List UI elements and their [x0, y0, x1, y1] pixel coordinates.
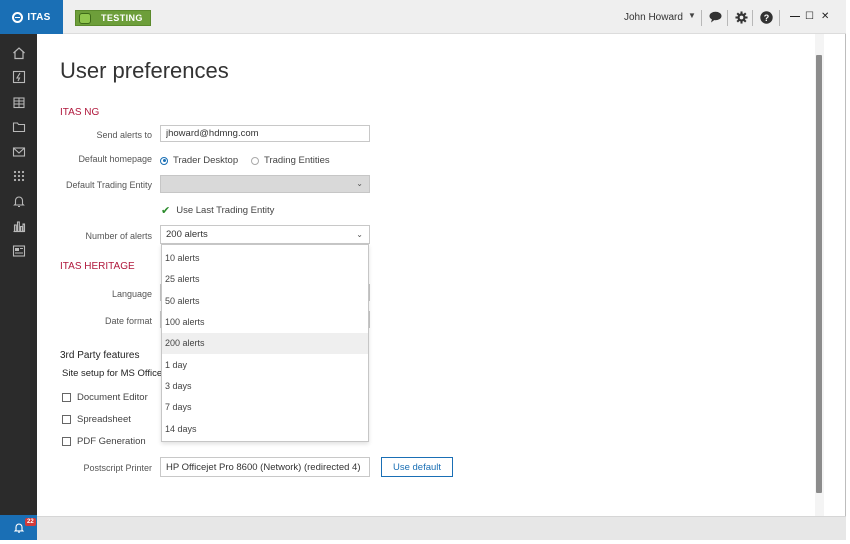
- send-alerts-input[interactable]: [160, 125, 370, 142]
- checkbox-document-editor[interactable]: Document Editor: [62, 392, 148, 403]
- checkbox-icon: [62, 393, 71, 402]
- main-content: [37, 34, 815, 516]
- dropdown-option[interactable]: 1 day: [162, 355, 368, 376]
- toolbar-divider: [779, 10, 780, 26]
- lightning-icon[interactable]: [11, 70, 26, 84]
- close-button[interactable]: ✕: [821, 11, 829, 22]
- gear-icon[interactable]: [733, 9, 749, 25]
- notifications-button[interactable]: 22: [0, 515, 37, 540]
- sidebar: 22: [0, 34, 37, 540]
- mail-icon[interactable]: [11, 145, 26, 159]
- chevron-down-icon: ⌄: [356, 230, 363, 239]
- checkbox-spreadsheet[interactable]: Spreadsheet: [62, 414, 131, 425]
- default-trading-entity-label: Default Trading Entity: [65, 180, 152, 190]
- number-of-alerts-value: 200 alerts: [166, 229, 208, 240]
- use-last-trading-entity-label: Use Last Trading Entity: [176, 205, 275, 216]
- svg-text:?: ?: [763, 13, 769, 23]
- radio-unselected-icon: [251, 156, 259, 165]
- newspaper-icon[interactable]: [11, 244, 26, 258]
- environment-badge: TESTING: [75, 10, 151, 26]
- dropdown-option-highlighted[interactable]: 200 alerts: [162, 333, 368, 354]
- number-of-alerts-label: Number of alerts: [85, 231, 152, 241]
- dropdown-option[interactable]: 100 alerts: [162, 312, 368, 333]
- dropdown-option[interactable]: 25 alerts: [162, 269, 368, 290]
- user-menu[interactable]: John Howard: [624, 12, 683, 23]
- help-icon[interactable]: ?: [758, 9, 774, 25]
- building-icon[interactable]: [11, 95, 26, 109]
- bell-icon[interactable]: [11, 194, 26, 208]
- language-label: Language: [111, 289, 152, 299]
- page-title: User preferences: [60, 58, 229, 83]
- use-last-trading-entity-toggle[interactable]: ✔ Use Last Trading Entity: [161, 204, 274, 217]
- site-setup-label: Site setup for MS Office: [62, 368, 163, 379]
- default-homepage-label: Default homepage: [78, 154, 152, 164]
- checkbox-pdf-generation[interactable]: PDF Generation: [62, 436, 146, 447]
- use-default-button[interactable]: Use default: [381, 457, 453, 477]
- dropdown-option[interactable]: 7 days: [162, 397, 368, 418]
- scrollbar-thumb[interactable]: [816, 55, 822, 493]
- environment-indicator-icon: [79, 12, 91, 24]
- dropdown-option[interactable]: 14 days: [162, 419, 368, 440]
- dropdown-option[interactable]: 50 alerts: [162, 291, 368, 312]
- folder-icon[interactable]: [11, 120, 26, 134]
- app-logo[interactable]: ITAS: [0, 0, 63, 34]
- radio-selected-icon: [160, 156, 168, 165]
- status-bar: [37, 516, 846, 540]
- minimize-button[interactable]: —: [790, 11, 800, 22]
- section-title-itas-heritage: ITAS HERITAGE: [60, 261, 135, 272]
- dropdown-option[interactable]: 3 days: [162, 376, 368, 397]
- postscript-printer-label: Postscript Printer: [83, 463, 152, 473]
- checkmark-icon: ✔: [161, 205, 171, 217]
- toolbar-divider: [727, 10, 728, 26]
- toolbar-divider: [752, 10, 753, 26]
- toolbar-divider: [701, 10, 702, 26]
- radio-label: Trading Entities: [264, 155, 330, 166]
- alerts-dropdown-menu: 10 alerts 25 alerts 50 alerts 100 alerts…: [161, 244, 369, 442]
- checkbox-label: Document Editor: [77, 392, 148, 403]
- checkbox-icon: [62, 437, 71, 446]
- radio-trading-entities[interactable]: Trading Entities: [251, 155, 330, 166]
- chat-icon[interactable]: [707, 9, 723, 25]
- number-of-alerts-select[interactable]: 200 alerts ⌄: [160, 225, 370, 244]
- date-format-label: Date format: [104, 316, 152, 326]
- checkbox-label: PDF Generation: [77, 436, 146, 447]
- maximize-button[interactable]: ☐: [805, 11, 814, 22]
- bell-icon: [13, 523, 24, 533]
- section-title-third-party: 3rd Party features: [60, 350, 140, 361]
- dropdown-option[interactable]: 10 alerts: [162, 248, 368, 269]
- send-alerts-label: Send alerts to: [96, 130, 152, 140]
- notification-count-badge: 22: [25, 518, 36, 526]
- default-trading-entity-select: ⌄: [160, 175, 370, 193]
- apps-grid-icon[interactable]: [11, 169, 26, 183]
- postscript-printer-input[interactable]: [160, 457, 370, 477]
- bar-chart-icon[interactable]: [11, 219, 26, 233]
- itas-logo-icon: [12, 11, 24, 23]
- radio-label: Trader Desktop: [173, 155, 239, 166]
- chevron-down-icon: ⌄: [356, 179, 363, 188]
- caret-down-icon[interactable]: ▼: [688, 11, 696, 20]
- section-title-itas-ng: ITAS NG: [60, 107, 100, 118]
- logo-text: ITAS: [27, 11, 51, 23]
- home-icon[interactable]: [11, 46, 26, 60]
- top-bar: ITAS TESTING John Howard ▼ ? — ☐ ✕: [0, 0, 846, 34]
- app-window: ITAS TESTING John Howard ▼ ? — ☐ ✕ 22 Us…: [0, 0, 846, 540]
- radio-trader-desktop[interactable]: Trader Desktop: [160, 155, 238, 166]
- environment-label: TESTING: [101, 13, 143, 23]
- checkbox-label: Spreadsheet: [77, 414, 131, 425]
- checkbox-icon: [62, 415, 71, 424]
